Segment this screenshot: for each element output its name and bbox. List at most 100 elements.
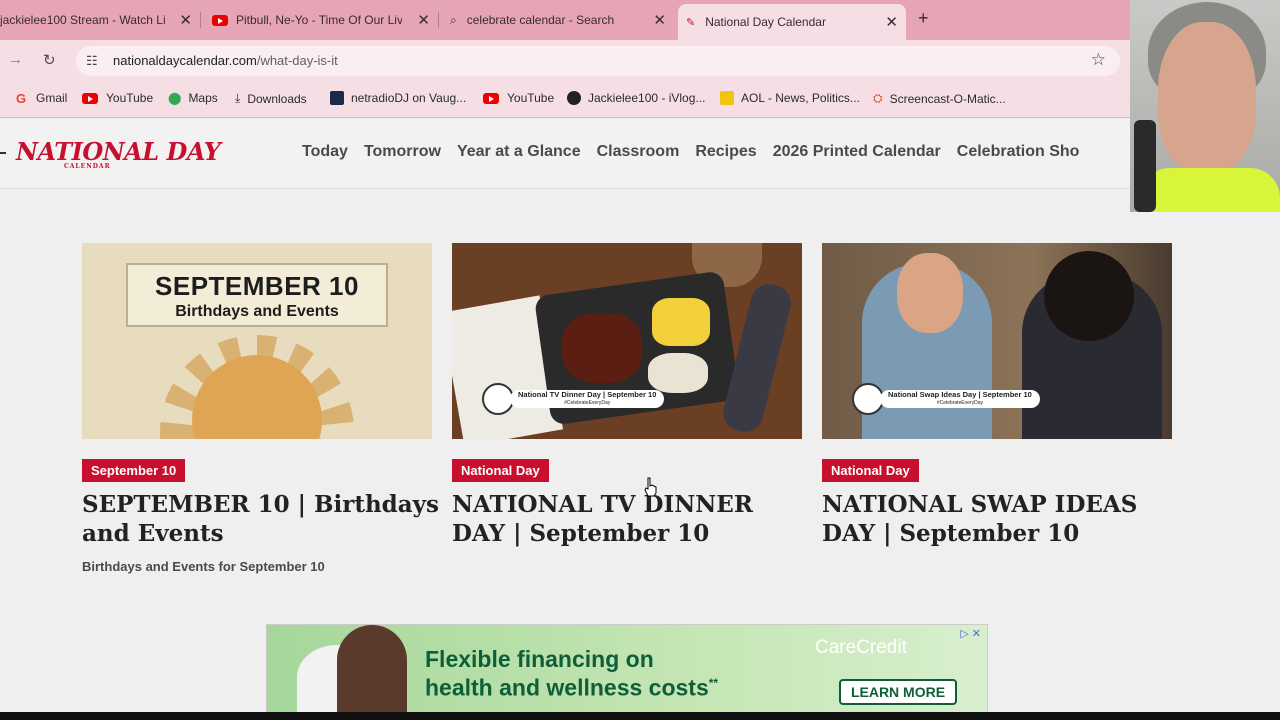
google-icon: G <box>16 91 27 106</box>
url-path: /what-day-is-it <box>256 53 338 68</box>
stamp-hashtag: #CelebrateEveryDay <box>936 400 983 406</box>
bookmark-label: Downloads <box>247 91 307 106</box>
nav-printed-calendar[interactable]: 2026 Printed Calendar <box>773 143 941 161</box>
youtube-icon <box>82 92 98 104</box>
bookmark-youtube[interactable]: YouTube <box>82 91 153 105</box>
category-badge[interactable]: September 10 <box>82 459 186 482</box>
close-tab-icon[interactable]: ✕ <box>885 13 898 31</box>
article-title[interactable]: SEPTEMBER 10 | Birthdays and Events <box>82 490 442 548</box>
bookmark-label: Gmail <box>36 91 68 105</box>
nav-year-at-a-glance[interactable]: Year at a Glance <box>457 143 581 161</box>
logo-subtext: CALENDAR <box>64 163 111 170</box>
address-bar[interactable]: ☷ nationaldaycalendar.com/what-day-is-it… <box>76 46 1120 76</box>
youtube-icon <box>483 92 499 104</box>
menu-icon[interactable] <box>0 152 6 154</box>
site-settings-icon[interactable]: ☷ <box>86 53 98 69</box>
nav-today[interactable]: Today <box>302 143 348 161</box>
nav-celebration-shop[interactable]: Celebration Sho <box>957 143 1080 161</box>
address-bar-row: → ↻ ☷ nationaldaycalendar.com/what-day-i… <box>0 40 1130 82</box>
tab-divider <box>200 12 201 28</box>
bookmark-jackielee-ivlog[interactable]: Jackielee100 - iVlog... <box>567 91 705 105</box>
bookmark-label: YouTube <box>106 91 154 105</box>
close-tab-icon[interactable]: ✕ <box>653 11 666 29</box>
ad-headline: Flexible financing on health and wellnes… <box>425 647 718 700</box>
bookmark-downloads[interactable]: ⤓ Downloads <box>235 91 307 106</box>
tab-title: celebrate calendar - Search <box>466 13 615 27</box>
close-tab-icon[interactable]: ✕ <box>179 11 192 29</box>
screencast-icon: ⛭ <box>873 91 883 105</box>
site-logo[interactable]: NATIONAL DAY CALENDAR <box>16 137 221 170</box>
learn-more-button[interactable]: LEARN MORE <box>839 679 957 705</box>
bookmark-youtube-2[interactable]: YouTube <box>483 91 554 105</box>
ad-headline-line2: health and wellness costs <box>425 674 709 701</box>
bookmark-netradiodj[interactable]: netradioDJ on Vaug... <box>330 91 466 105</box>
tab-divider <box>438 12 439 28</box>
aol-icon <box>720 91 734 105</box>
tab-youtube-pitbull[interactable]: Pitbull, Ne-Yo - Time Of Our Liv ✕ <box>212 0 438 40</box>
bookmark-label: AOL - News, Politics... <box>741 91 860 105</box>
day-stamp: National Swap Ideas Day | September 10 #C… <box>852 383 1040 415</box>
article-thumbnail[interactable]: National Swap Ideas Day | September 10 #C… <box>822 243 1172 439</box>
vaughn-icon <box>330 91 344 105</box>
thumbnail-title-box: SEPTEMBER 10 Birthdays and Events <box>126 263 388 327</box>
bookmark-aol[interactable]: AOL - News, Politics... <box>720 91 860 105</box>
article-subtitle: Birthdays and Events for September 10 <box>82 559 325 574</box>
download-icon: ⤓ <box>235 91 241 105</box>
bookmark-screencast[interactable]: ⛭ Screencast-O-Matic... <box>873 91 1006 106</box>
article-title[interactable]: NATIONAL SWAP IDEAS DAY | September 10 <box>822 490 1182 548</box>
stamp-label: National Swap Ideas Day | September 10 #C… <box>880 390 1040 408</box>
nav-classroom[interactable]: Classroom <box>597 143 680 161</box>
stamp-hashtag: #CelebrateEveryDay <box>564 400 611 406</box>
bookmark-label: netradioDJ on Vaug... <box>351 91 467 105</box>
tab-twitch-stream[interactable]: jackielee100 Stream - Watch Liv ✕ <box>0 0 200 40</box>
close-tab-icon[interactable]: ✕ <box>417 11 430 29</box>
thumbnail-title: SEPTEMBER 10 <box>155 271 359 301</box>
corn-illustration <box>652 298 710 346</box>
microphone <box>1134 120 1156 212</box>
ad-choices-icon[interactable]: ▷ ✕ <box>960 627 981 640</box>
new-tab-icon[interactable]: + <box>918 8 929 29</box>
tab-national-day-calendar[interactable]: ✎ National Day Calendar ✕ <box>678 4 906 40</box>
ad-headline-mark: ** <box>708 676 719 690</box>
article-thumbnail[interactable]: SEPTEMBER 10 Birthdays and Events <box>82 243 432 439</box>
thumbnail-subtitle: Birthdays and Events <box>175 303 339 320</box>
webcam-face <box>1158 22 1256 172</box>
nav-recipes[interactable]: Recipes <box>695 143 756 161</box>
search-icon: ⌕ <box>450 12 457 27</box>
day-stamp: National TV Dinner Day | September 10 #Ce… <box>482 383 665 415</box>
national-day-icon: ✎ <box>686 16 696 29</box>
url-text[interactable]: nationaldaycalendar.com/what-day-is-it <box>113 53 338 68</box>
person-illustration <box>337 625 407 719</box>
tab-search[interactable]: ⌕ celebrate calendar - Search ✕ <box>450 0 674 40</box>
forward-icon[interactable]: → <box>8 51 23 68</box>
stamp-text: National Swap Ideas Day | September 10 <box>888 390 1032 399</box>
tab-title: jackielee100 Stream - Watch Liv <box>0 13 165 27</box>
youtube-icon <box>212 14 228 26</box>
bookmark-label: YouTube <box>507 91 555 105</box>
ad-brand: CareCredit <box>815 637 907 658</box>
webcam-overlay <box>1130 0 1280 212</box>
man-head-illustration <box>897 253 963 333</box>
ad-headline-line1: Flexible financing on <box>425 646 654 672</box>
reload-icon[interactable]: ↻ <box>43 51 56 69</box>
url-domain: nationaldaycalendar.com <box>113 53 257 68</box>
bookmark-gmail[interactable]: G Gmail <box>16 91 68 106</box>
category-badge[interactable]: National Day <box>452 459 549 482</box>
tab-title: National Day Calendar <box>705 15 826 29</box>
article-thumbnail[interactable]: National TV Dinner Day | September 10 #Ce… <box>452 243 802 439</box>
tab-title: Pitbull, Ne-Yo - Time Of Our Liv <box>236 13 402 27</box>
stamp-label: National TV Dinner Day | September 10 #Ce… <box>510 390 665 408</box>
ivlog-icon <box>567 91 581 105</box>
stamp-text: National TV Dinner Day | September 10 <box>518 390 657 399</box>
article-title[interactable]: NATIONAL TV DINNER DAY | September 10 <box>452 490 812 548</box>
tab-strip: jackielee100 Stream - Watch Liv ✕ Pitbul… <box>0 0 1130 40</box>
carecredit-ad[interactable]: Flexible financing on health and wellnes… <box>266 624 988 720</box>
webcam-shirt <box>1140 168 1280 212</box>
bookmark-star-icon[interactable]: ☆ <box>1091 50 1106 70</box>
category-badge[interactable]: National Day <box>822 459 919 482</box>
taskbar-edge <box>0 712 1280 720</box>
bookmark-label: Maps <box>188 91 218 105</box>
nav-tomorrow[interactable]: Tomorrow <box>364 143 441 161</box>
bookmark-maps[interactable]: ⬤ Maps <box>168 91 218 105</box>
woman-hair-illustration <box>1044 251 1134 341</box>
